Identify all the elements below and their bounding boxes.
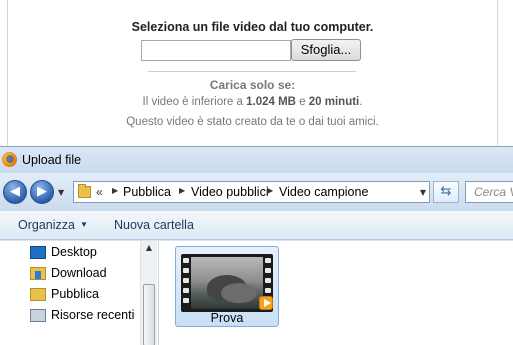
limit-suffix: . xyxy=(359,96,363,108)
navigation-pane: Desktop Download Pubblica Risorse recent… xyxy=(0,241,158,345)
video-thumbnail xyxy=(191,257,263,309)
film-sprocket xyxy=(183,268,189,273)
own-video-condition: Questo video è stato creato da te o dai … xyxy=(126,116,379,128)
breadcrumb-item-video-pubblici[interactable]: Video pubblici xyxy=(191,185,269,199)
folder-icon xyxy=(78,184,91,198)
search-input[interactable]: Cerca V xyxy=(465,181,513,203)
folder-icon xyxy=(30,288,46,301)
film-sprocket xyxy=(183,298,189,303)
film-sprocket xyxy=(183,278,189,283)
chevron-right-icon[interactable]: ▶ xyxy=(112,186,118,195)
download-folder-icon xyxy=(30,267,46,280)
breadcrumb-item-pubblica[interactable]: Pubblica xyxy=(123,185,171,199)
nav-item-label: Pubblica xyxy=(51,287,99,301)
limit-size: 1.024 MB xyxy=(246,96,296,108)
dialog-title: Upload file xyxy=(22,153,82,167)
size-limit-text: Il video è inferiore a 1.024 MB e 20 min… xyxy=(8,96,497,108)
nav-item-label: Risorse recenti xyxy=(51,308,135,322)
back-button[interactable]: ◀ xyxy=(3,180,27,204)
nav-item-label: Desktop xyxy=(51,245,97,259)
browse-button[interactable]: Sfoglia... xyxy=(291,39,361,61)
organize-button[interactable]: Organizza ▼ xyxy=(18,218,88,232)
chevron-down-icon: ▼ xyxy=(58,188,65,197)
file-path-input[interactable] xyxy=(141,40,291,61)
chevron-right-icon[interactable]: ▶ xyxy=(179,186,185,195)
video-file-icon xyxy=(181,254,273,312)
thumbnail-rock xyxy=(221,283,257,303)
dialog-titlebar[interactable]: Upload file xyxy=(0,147,513,173)
nav-item-label: Download xyxy=(51,266,107,280)
breadcrumb-item-video-campione[interactable]: Video campione xyxy=(279,185,368,199)
upload-file-dialog: Upload file ◀ ▶ ▼ « ▶ Pubblica ▶ Video p… xyxy=(0,146,513,345)
desktop-icon xyxy=(30,246,46,259)
refresh-icon: ⇆ xyxy=(440,184,452,199)
chevron-right-icon[interactable]: ▶ xyxy=(267,186,273,195)
recent-places-icon xyxy=(30,309,46,322)
breadcrumb-overflow-button[interactable]: « xyxy=(96,185,103,199)
limit-prefix: Il video è inferiore a xyxy=(142,96,247,108)
divider xyxy=(148,71,356,72)
new-folder-button[interactable]: Nuova cartella xyxy=(114,218,194,232)
limit-and: e xyxy=(295,96,309,108)
search-placeholder: Cerca V xyxy=(474,185,513,199)
media-player-icon xyxy=(259,296,273,310)
file-name-label: Prova xyxy=(210,311,244,325)
file-list-pane: Prova xyxy=(158,241,513,345)
limit-duration: 20 minuti xyxy=(308,96,360,108)
navigation-scrollbar[interactable]: ▲ xyxy=(140,241,157,345)
navigation-bar: ◀ ▶ ▼ « ▶ Pubblica ▶ Video pubblici ▶ Vi… xyxy=(0,173,513,211)
forward-arrow-icon: ▶ xyxy=(37,184,47,199)
firefox-icon xyxy=(2,152,17,167)
back-arrow-icon: ◀ xyxy=(10,184,20,199)
film-sprocket xyxy=(265,288,271,293)
film-sprocket xyxy=(265,278,271,283)
film-sprocket xyxy=(183,258,189,263)
upload-form-panel: Seleziona un file video dal tuo computer… xyxy=(7,0,498,148)
address-bar[interactable]: « ▶ Pubblica ▶ Video pubblici ▶ Video ca… xyxy=(73,181,430,203)
command-toolbar: Organizza ▼ Nuova cartella xyxy=(0,211,513,240)
select-file-heading: Seleziona un file video dal tuo computer… xyxy=(131,20,374,34)
forward-button[interactable]: ▶ xyxy=(30,180,54,204)
film-sprocket xyxy=(265,258,271,263)
recent-pages-dropdown[interactable]: ▼ xyxy=(58,189,67,197)
organize-label: Organizza xyxy=(18,218,75,232)
file-item-prova[interactable]: Prova xyxy=(175,246,279,327)
address-dropdown-icon[interactable]: ▼ xyxy=(420,188,426,197)
refresh-button[interactable]: ⇆ xyxy=(433,181,459,203)
screen: Seleziona un file video dal tuo computer… xyxy=(0,0,513,345)
film-sprocket xyxy=(265,268,271,273)
chevron-down-icon: ▼ xyxy=(79,220,88,229)
scrollbar-thumb[interactable] xyxy=(143,284,155,345)
scroll-up-icon[interactable]: ▲ xyxy=(141,243,157,255)
upload-conditions-heading: Carica solo se: xyxy=(209,78,296,92)
film-sprocket xyxy=(183,288,189,293)
